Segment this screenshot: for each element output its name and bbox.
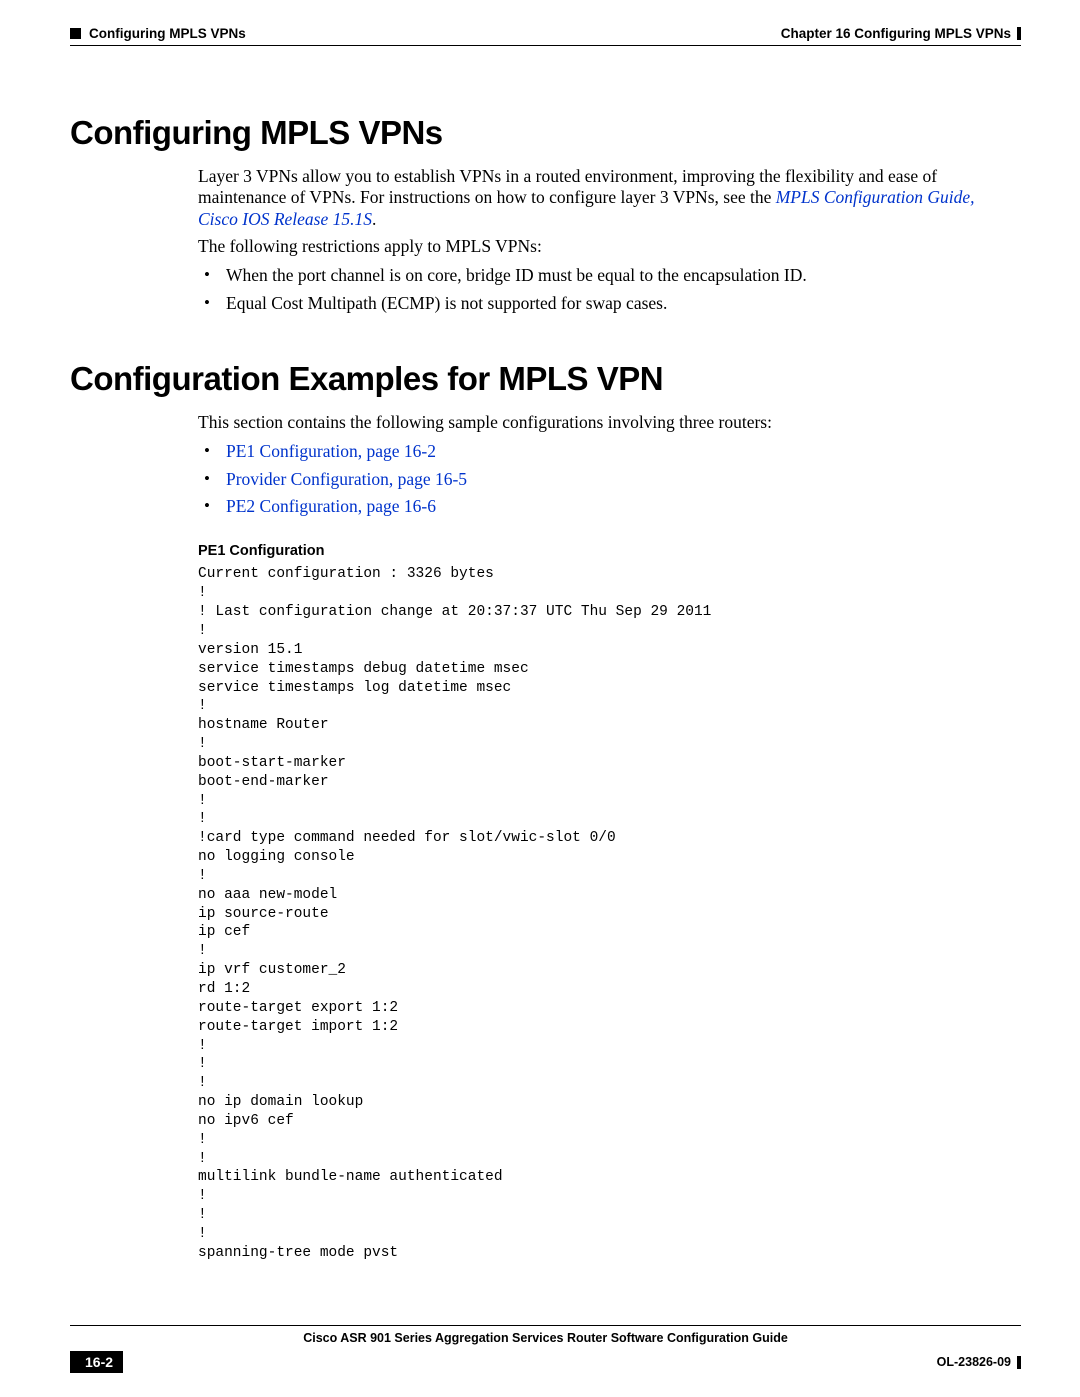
footer-guide-title: Cisco ASR 901 Series Aggregation Service… [70,1325,1021,1345]
example-link-item: Provider Configuration, page 16-5 [198,469,1013,490]
page-number-box: 16-2 [70,1351,123,1373]
restrictions-lead: The following restrictions apply to MPLS… [198,236,1013,257]
square-bullet-icon [70,28,81,39]
pe1-subheading: PE1 Configuration [198,543,1021,559]
example-link-item: PE2 Configuration, page 16-6 [198,496,1013,517]
examples-link-list: PE1 Configuration, page 16-2 Provider Co… [198,441,1013,517]
section-heading-1: Configuring MPLS VPNs [70,114,1021,152]
restriction-item: When the port channel is on core, bridge… [198,265,1013,286]
page-footer: Cisco ASR 901 Series Aggregation Service… [70,1325,1021,1373]
document-id: OL-23826-09 [937,1355,1011,1369]
page-number: 16-2 [75,1351,123,1373]
restriction-item: Equal Cost Multipath (ECMP) is not suppo… [198,293,1013,314]
restrictions-list: When the port channel is on core, bridge… [198,265,1013,314]
rule-icon [1017,27,1021,40]
restriction-text: When the port channel is on core, bridge… [226,265,807,285]
section-heading-2: Configuration Examples for MPLS VPN [70,360,1021,398]
header-chapter: Chapter 16 Configuring MPLS VPNs [781,26,1011,41]
provider-config-link[interactable]: Provider Configuration, page 16-5 [226,469,467,489]
pe2-config-link[interactable]: PE2 Configuration, page 16-6 [226,496,436,516]
examples-lead: This section contains the following samp… [198,412,1013,433]
pe1-config-link[interactable]: PE1 Configuration, page 16-2 [226,441,436,461]
rule-icon [1017,1356,1021,1369]
example-link-item: PE1 Configuration, page 16-2 [198,441,1013,462]
running-header: Configuring MPLS VPNs Chapter 16 Configu… [70,26,1021,41]
intro-text-b: . [372,209,376,229]
header-section-name: Configuring MPLS VPNs [89,26,246,41]
restriction-text: Equal Cost Multipath (ECMP) is not suppo… [226,293,667,313]
intro-paragraph: Layer 3 VPNs allow you to establish VPNs… [198,166,1013,230]
pe1-config-block: Current configuration : 3326 bytes ! ! L… [198,565,1021,1262]
